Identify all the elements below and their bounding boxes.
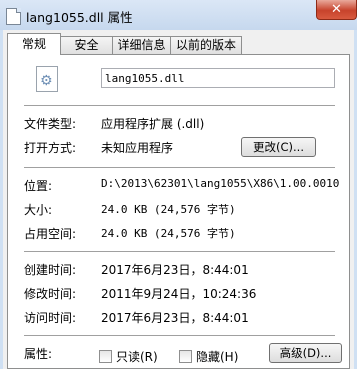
separator bbox=[24, 167, 335, 168]
hidden-checkbox-label: 隐藏(H) bbox=[196, 350, 239, 364]
separator bbox=[24, 251, 335, 252]
tab-security[interactable]: 安全 bbox=[60, 36, 113, 54]
checkbox-box[interactable] bbox=[179, 350, 192, 363]
modified-value: 2011年9月24日，10:24:36 bbox=[101, 287, 257, 301]
advanced-button[interactable]: 高级(D)... bbox=[269, 343, 342, 363]
tab-details[interactable]: 详细信息 bbox=[112, 36, 171, 54]
file-type-label: 文件类型: bbox=[24, 117, 77, 131]
created-label: 创建时间: bbox=[24, 263, 77, 277]
attributes-label: 属性: bbox=[24, 347, 53, 361]
close-icon: ✕ bbox=[331, 2, 342, 17]
checkbox-box[interactable] bbox=[99, 350, 112, 363]
window-title: lang1055.dll 属性 bbox=[26, 10, 133, 25]
size-value: 24.0 KB (24,576 字节) bbox=[101, 203, 236, 216]
readonly-checkbox-label: 只读(R) bbox=[116, 350, 158, 364]
modified-label: 修改时间: bbox=[24, 287, 77, 301]
accessed-value: 2017年6月23日，8:44:01 bbox=[101, 311, 249, 325]
separator bbox=[24, 335, 335, 336]
opens-with-value: 未知应用程序 bbox=[101, 141, 174, 155]
change-button[interactable]: 更改(C)... bbox=[241, 137, 316, 157]
tab-previous-versions[interactable]: 以前的版本 bbox=[170, 36, 242, 54]
hidden-checkbox[interactable]: 隐藏(H) bbox=[179, 348, 238, 365]
location-value: D:\2013\62301\lang1055\X86\1.00.0010 bbox=[101, 177, 340, 190]
dll-gear-file-icon: ⚙ bbox=[36, 66, 58, 92]
title-bar: lang1055.dll 属性 ✕ bbox=[0, 0, 357, 30]
created-value: 2017年6月23日，8:44:01 bbox=[101, 263, 249, 277]
close-button[interactable]: ✕ bbox=[316, 0, 357, 20]
location-label: 位置: bbox=[24, 179, 53, 193]
opens-with-label: 打开方式: bbox=[24, 141, 77, 155]
dialog-client-area: 常规 安全 详细信息 以前的版本 ⚙ 文件类型: 应用程序扩展 (.dll) 打… bbox=[3, 30, 354, 369]
gear-icon: ⚙ bbox=[40, 73, 53, 89]
file-icon bbox=[6, 8, 21, 25]
separator bbox=[24, 105, 335, 106]
accessed-label: 访问时间: bbox=[24, 311, 77, 325]
file-type-value: 应用程序扩展 (.dll) bbox=[101, 117, 205, 131]
file-name-input[interactable] bbox=[101, 68, 335, 88]
tab-strip: 常规 安全 详细信息 以前的版本 bbox=[3, 30, 354, 55]
size-label: 大小: bbox=[24, 203, 53, 217]
tab-general[interactable]: 常规 bbox=[7, 33, 61, 55]
readonly-checkbox[interactable]: 只读(R) bbox=[99, 348, 158, 365]
general-tab-panel: ⚙ 文件类型: 应用程序扩展 (.dll) 打开方式: 未知应用程序 更改(C)… bbox=[7, 54, 350, 369]
size-on-disk-value: 24.0 KB (24,576 字节) bbox=[101, 227, 236, 240]
size-on-disk-label: 占用空间: bbox=[24, 227, 77, 241]
